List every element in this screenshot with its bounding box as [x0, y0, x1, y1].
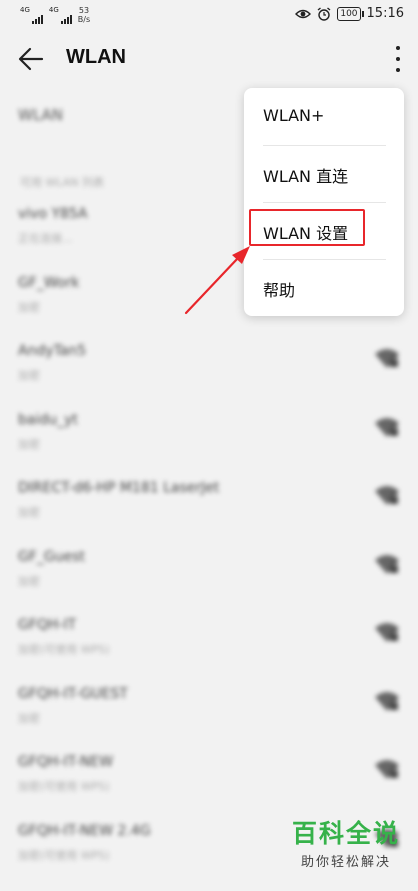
watermark-subtitle: 助你轻松解决 — [288, 851, 404, 870]
network-status: 加密 — [18, 367, 40, 383]
highlight-box — [249, 209, 365, 246]
watermark-title: 百科全说 — [288, 819, 404, 849]
app-bar: WLAN — [0, 30, 418, 88]
status-bar: 4G 4G 53 B/s 100 15:16 — [0, 0, 418, 30]
network-list-item[interactable]: GFQH-IT-NEW 加密(可使用 WPS) — [0, 754, 418, 823]
network-list-item[interactable]: baidu_yt 加密 — [0, 412, 418, 481]
network-status: 加密 — [18, 436, 40, 452]
network-ssid: GFQH-IT — [18, 617, 76, 633]
wifi-locked-icon — [374, 621, 400, 643]
network-ssid: GF_Work — [18, 275, 79, 291]
available-networks-header: 可用 WLAN 列表 — [20, 174, 104, 190]
wifi-locked-icon — [374, 690, 400, 712]
network-status: 加密(可使用 WPS) — [18, 641, 110, 657]
network-ssid: AndyTan5 — [18, 343, 86, 359]
network-list-item[interactable]: GF_Guest 加密 — [0, 549, 418, 618]
clock: 15:16 — [367, 6, 404, 21]
wifi-locked-icon — [374, 758, 400, 780]
more-options-icon[interactable] — [394, 46, 402, 72]
signal-icon-1: 4G — [20, 15, 43, 24]
network-speed: 53 B/s — [78, 6, 90, 24]
overflow-menu: WLAN+ WLAN 直连 WLAN 设置 帮助 — [244, 88, 404, 316]
battery-indicator: 100 — [337, 7, 360, 21]
signal-icon-2: 4G — [49, 15, 72, 24]
alarm-icon — [317, 7, 331, 21]
network-status: 加密(可使用 WPS) — [18, 847, 110, 863]
network-list-item[interactable]: GFQH-IT 加密(可使用 WPS) — [0, 617, 418, 686]
menu-item-help[interactable]: 帮助 — [244, 259, 404, 316]
wifi-locked-icon — [374, 553, 400, 575]
network-list-item[interactable]: DIRECT-d6-HP M181 LaserJet 加密 — [0, 480, 418, 549]
wifi-locked-icon — [374, 484, 400, 506]
back-arrow-icon[interactable] — [18, 46, 44, 72]
wlan-toggle-label: WLAN — [18, 106, 63, 124]
menu-item-wlan-plus[interactable]: WLAN+ — [244, 88, 404, 145]
status-bar-right: 100 15:16 — [295, 6, 404, 21]
network-ssid: vivo Y85A — [18, 206, 87, 222]
menu-item-label: WLAN+ — [263, 106, 324, 125]
network-list-item[interactable]: AndyTan5 加密 — [0, 343, 418, 412]
network-status: 加密 — [18, 573, 40, 589]
network-list-item[interactable]: GFQH-IT-GUEST 加密 — [0, 686, 418, 755]
network-ssid: GFQH-IT-NEW 2.4G — [18, 823, 151, 839]
network-status: 正在连接... — [18, 230, 73, 246]
wifi-locked-icon — [374, 416, 400, 438]
menu-item-wlan-direct[interactable]: WLAN 直连 — [244, 145, 404, 202]
watermark: 百科全说 助你轻松解决 — [288, 819, 404, 870]
network-status: 加密 — [18, 299, 40, 315]
network-ssid: GF_Guest — [18, 549, 85, 565]
network-status: 加密(可使用 WPS) — [18, 778, 110, 794]
network-type-2: 4G — [49, 7, 59, 14]
menu-item-label: 帮助 — [263, 277, 295, 301]
eye-comfort-icon — [295, 8, 311, 20]
menu-item-label: WLAN 直连 — [263, 163, 348, 187]
network-ssid: baidu_yt — [18, 412, 78, 428]
network-ssid: DIRECT-d6-HP M181 LaserJet — [18, 480, 219, 496]
wifi-locked-icon — [374, 347, 400, 369]
network-speed-unit: B/s — [78, 15, 90, 24]
status-bar-left: 4G 4G 53 B/s — [20, 6, 90, 24]
network-ssid: GFQH-IT-GUEST — [18, 686, 128, 702]
network-status: 加密 — [18, 710, 40, 726]
network-type-1: 4G — [20, 7, 30, 14]
network-status: 加密 — [18, 504, 40, 520]
network-ssid: GFQH-IT-NEW — [18, 754, 113, 770]
network-speed-value: 53 — [78, 6, 90, 15]
page-title: WLAN — [66, 46, 126, 69]
